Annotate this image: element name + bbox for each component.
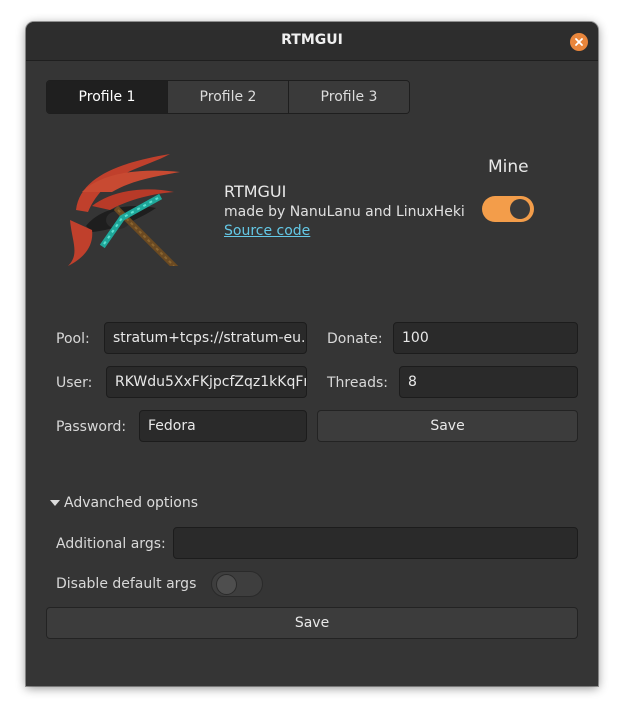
- pool-label: Pool:: [56, 331, 90, 347]
- additional-args-label: Additional args:: [56, 536, 166, 552]
- save-button[interactable]: Save: [317, 410, 578, 442]
- title-bar[interactable]: RTMGUI: [26, 22, 598, 61]
- advanced-save-button[interactable]: Save: [46, 607, 578, 639]
- mine-label: Mine: [488, 157, 529, 177]
- disable-default-args-toggle[interactable]: [211, 571, 263, 597]
- tab-profile-3[interactable]: Profile 3: [289, 81, 409, 113]
- advanced-options-expander[interactable]: Advanched options: [50, 495, 198, 511]
- close-button[interactable]: [570, 33, 588, 51]
- pool-input[interactable]: stratum+tcps://stratum-eu.r: [104, 322, 307, 354]
- mine-toggle-knob: [510, 199, 530, 219]
- mine-toggle[interactable]: [482, 196, 534, 222]
- app-logo: [68, 154, 180, 266]
- password-input[interactable]: Fedora: [139, 410, 307, 442]
- expander-arrow-icon: [50, 500, 60, 506]
- main-window: RTMGUI Profile 1 Profile 2 Profile 3 RTM…: [26, 22, 598, 686]
- source-code-link[interactable]: Source code: [224, 223, 465, 239]
- profile-tabs: Profile 1 Profile 2 Profile 3: [46, 80, 410, 114]
- app-name: RTMGUI: [224, 182, 287, 201]
- threads-label: Threads:: [327, 375, 388, 391]
- app-author: made by NanuLanu and LinuxHeki: [224, 204, 465, 220]
- user-label: User:: [56, 375, 93, 391]
- password-label: Password:: [56, 419, 127, 435]
- threads-input[interactable]: 8: [399, 366, 578, 398]
- disable-default-args-label: Disable default args: [56, 576, 197, 592]
- close-icon: [575, 38, 583, 46]
- donate-label: Donate:: [327, 331, 383, 347]
- additional-args-input[interactable]: [173, 527, 578, 559]
- window-title: RTMGUI: [281, 32, 343, 48]
- user-input[interactable]: RKWdu5XxFKjpcfZqz1kKqFm: [106, 366, 307, 398]
- disable-toggle-knob: [216, 574, 237, 595]
- donate-input[interactable]: 100: [393, 322, 578, 354]
- tab-profile-1[interactable]: Profile 1: [47, 81, 168, 113]
- tab-profile-2[interactable]: Profile 2: [168, 81, 289, 113]
- advanced-options-label: Advanched options: [64, 495, 199, 511]
- app-info: RTMGUI made by NanuLanu and LinuxHeki So…: [224, 182, 465, 239]
